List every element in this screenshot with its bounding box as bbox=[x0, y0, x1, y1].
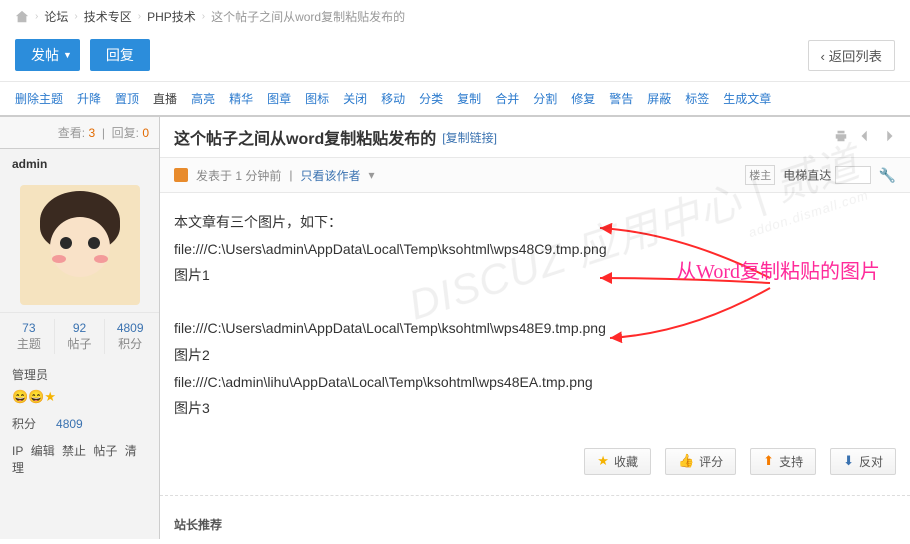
post-body: 本文章有三个图片，如下： file:///C:\Users\admin\AppD… bbox=[160, 193, 910, 438]
chevron-left-icon: ‹ bbox=[821, 49, 829, 64]
img-label-3: 图片3 bbox=[174, 395, 896, 422]
mod-11[interactable]: 复制 bbox=[457, 90, 481, 107]
user-role: 管理员 bbox=[0, 360, 159, 389]
prev-icon[interactable] bbox=[858, 129, 872, 146]
annotation-text: 从Word复制粘贴的图片 bbox=[676, 253, 880, 291]
chevron-right-icon: › bbox=[74, 11, 77, 22]
chevron-right-icon: › bbox=[138, 11, 141, 22]
crumb-current: 这个帖子之间从word复制粘贴发布的 bbox=[211, 8, 405, 25]
thumb-icon: 👍 bbox=[678, 453, 694, 469]
user-ops: IP 编辑 禁止 帖子 清理 bbox=[0, 436, 159, 482]
crumb-php[interactable]: PHP技术 bbox=[147, 8, 196, 25]
points-row: 积分4809 bbox=[0, 411, 159, 436]
body-intro: 本文章有三个图片，如下： bbox=[174, 209, 896, 236]
op-edit[interactable]: 编辑 bbox=[31, 444, 55, 458]
mod-12[interactable]: 合并 bbox=[495, 90, 519, 107]
user-badges: 😄😄★ bbox=[0, 389, 159, 411]
chevron-right-icon: › bbox=[202, 11, 205, 22]
op-ban[interactable]: 禁止 bbox=[62, 444, 86, 458]
file-path-3: file:///C:\admin\lihu\AppData\Local\Temp… bbox=[174, 369, 896, 396]
mod-17[interactable]: 标签 bbox=[685, 90, 709, 107]
print-icon[interactable] bbox=[834, 129, 848, 146]
stat-topics[interactable]: 73主题 bbox=[4, 319, 55, 354]
smile-icon: 😄 bbox=[28, 389, 44, 404]
mod-10[interactable]: 分类 bbox=[419, 90, 443, 107]
elevator: 电梯直达 bbox=[783, 166, 870, 184]
reply-button[interactable]: 回复 bbox=[90, 39, 150, 71]
mod-6[interactable]: 图章 bbox=[267, 90, 291, 107]
arrow-down-icon: ⬇ bbox=[843, 453, 854, 469]
support-button[interactable]: ⬆支持 bbox=[750, 448, 816, 475]
thread-title: 这个帖子之间从word复制粘贴发布的 bbox=[174, 125, 436, 149]
stat-points[interactable]: 4809积分 bbox=[105, 319, 155, 354]
crumb-tech[interactable]: 技术专区 bbox=[84, 8, 132, 25]
post-actions: ★收藏 👍评分 ⬆支持 ⬇反对 bbox=[160, 438, 910, 485]
op-ip[interactable]: IP bbox=[12, 444, 23, 458]
recommend-title: 站长推荐 bbox=[160, 495, 910, 539]
mod-8[interactable]: 关闭 bbox=[343, 90, 367, 107]
new-post-button[interactable]: 发帖▼ bbox=[15, 39, 80, 71]
mod-16[interactable]: 屏蔽 bbox=[647, 90, 671, 107]
arrow-up-icon: ⬆ bbox=[763, 453, 774, 469]
stat-posts[interactable]: 92帖子 bbox=[55, 319, 106, 354]
thread-stats: 查看: 3 | 回复: 0 bbox=[0, 117, 159, 149]
breadcrumb: › 论坛 › 技术专区 › PHP技术 › 这个帖子之间从word复制粘贴发布的 bbox=[0, 0, 910, 33]
elevator-input[interactable] bbox=[835, 166, 871, 184]
copy-link[interactable]: [复制链接] bbox=[442, 129, 497, 146]
wrench-icon[interactable]: 🔧 bbox=[879, 167, 896, 184]
mod-2[interactable]: 置顶 bbox=[115, 90, 139, 107]
mod-7[interactable]: 图标 bbox=[305, 90, 329, 107]
posted-time: 发表于 1 分钟前 bbox=[196, 167, 281, 184]
toolbar: 发帖▼ 回复 ‹ 返回列表 bbox=[0, 33, 910, 82]
img-label-2: 图片2 bbox=[174, 342, 896, 369]
sidebar: 查看: 3 | 回复: 0 admin 73主题 92帖子 4809积分 管理员… bbox=[0, 117, 160, 539]
avatar[interactable] bbox=[20, 185, 140, 305]
thread-title-row: 这个帖子之间从word复制粘贴发布的 [复制链接] bbox=[160, 117, 910, 158]
rate-button[interactable]: 👍评分 bbox=[665, 448, 736, 475]
next-icon[interactable] bbox=[882, 129, 896, 146]
smile-icon: 😄 bbox=[12, 389, 28, 404]
floor-badge: 楼主 bbox=[745, 165, 775, 185]
mod-13[interactable]: 分割 bbox=[533, 90, 557, 107]
crumb-forum[interactable]: 论坛 bbox=[44, 8, 68, 25]
file-path-2: file:///C:\Users\admin\AppData\Local\Tem… bbox=[174, 315, 896, 342]
home-icon[interactable] bbox=[15, 10, 29, 24]
mod-14[interactable]: 修复 bbox=[571, 90, 595, 107]
star-icon: ★ bbox=[44, 389, 56, 404]
back-list-button[interactable]: ‹ 返回列表 bbox=[808, 40, 895, 71]
caret-down-icon: ▼ bbox=[63, 50, 72, 60]
author-name[interactable]: admin bbox=[0, 149, 159, 179]
content-area: 这个帖子之间从word复制粘贴发布的 [复制链接] 发表于 1 分钟前 | 只看… bbox=[160, 117, 910, 539]
mod-15[interactable]: 警告 bbox=[609, 90, 633, 107]
user-stats: 73主题 92帖子 4809积分 bbox=[0, 312, 159, 360]
chevron-down-icon[interactable]: ▾ bbox=[368, 168, 374, 182]
moderator-bar: 删除主题升降置顶直播高亮精华图章图标关闭移动分类复制合并分割修复警告屏蔽标签生成… bbox=[0, 82, 910, 116]
mod-0[interactable]: 删除主题 bbox=[15, 90, 63, 107]
post-meta: 发表于 1 分钟前 | 只看该作者 ▾ 楼主 电梯直达 🔧 bbox=[160, 158, 910, 193]
op-post[interactable]: 帖子 bbox=[93, 444, 117, 458]
mod-4[interactable]: 高亮 bbox=[191, 90, 215, 107]
favorite-button[interactable]: ★收藏 bbox=[584, 448, 651, 475]
mod-3[interactable]: 直播 bbox=[153, 90, 177, 107]
oppose-button[interactable]: ⬇反对 bbox=[830, 448, 896, 475]
only-author-link[interactable]: 只看该作者 bbox=[300, 167, 360, 184]
user-icon bbox=[174, 168, 188, 182]
mod-18[interactable]: 生成文章 bbox=[723, 90, 771, 107]
mod-9[interactable]: 移动 bbox=[381, 90, 405, 107]
mod-1[interactable]: 升降 bbox=[77, 90, 101, 107]
mod-5[interactable]: 精华 bbox=[229, 90, 253, 107]
chevron-right-icon: › bbox=[35, 11, 38, 22]
star-icon: ★ bbox=[597, 453, 609, 469]
